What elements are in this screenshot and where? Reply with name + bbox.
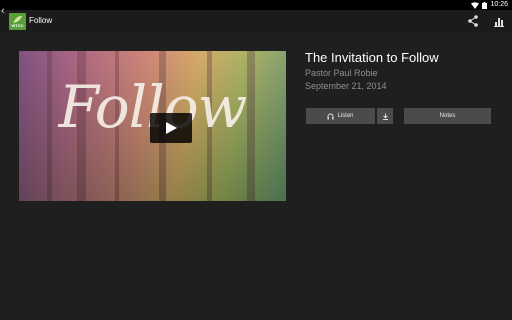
listen-button[interactable]: Listen xyxy=(306,108,375,124)
download-icon xyxy=(382,113,388,120)
status-time: 10:26 xyxy=(490,1,508,8)
sermon-title: The Invitation to Follow xyxy=(305,50,439,65)
battery-icon xyxy=(482,1,488,9)
wifi-icon xyxy=(471,1,480,9)
play-button[interactable] xyxy=(150,113,192,143)
sermon-date: September 21, 2014 xyxy=(305,81,387,91)
status-icons: 10:26 xyxy=(471,0,508,10)
share-icon xyxy=(468,15,478,27)
headphones-icon xyxy=(327,113,334,119)
stats-button[interactable] xyxy=(492,14,506,28)
app-logo[interactable]: WTCC xyxy=(9,13,26,30)
play-icon xyxy=(166,122,177,134)
notes-button[interactable]: Notes xyxy=(404,108,491,124)
listen-label: Listen xyxy=(337,113,354,119)
share-button[interactable] xyxy=(466,14,480,28)
download-button[interactable] xyxy=(377,108,393,124)
bar-chart-icon xyxy=(494,18,504,27)
sermon-speaker: Pastor Paul Robie xyxy=(305,68,378,78)
video-player[interactable]: Follow xyxy=(19,51,286,201)
notes-label: Notes xyxy=(439,113,456,119)
chevron-left-icon[interactable]: ‹ xyxy=(1,4,5,18)
status-bar: 10:26 xyxy=(0,0,512,10)
app-logo-text: WTCC xyxy=(11,23,24,28)
page-title: Follow xyxy=(29,16,53,25)
action-bar xyxy=(0,10,512,32)
